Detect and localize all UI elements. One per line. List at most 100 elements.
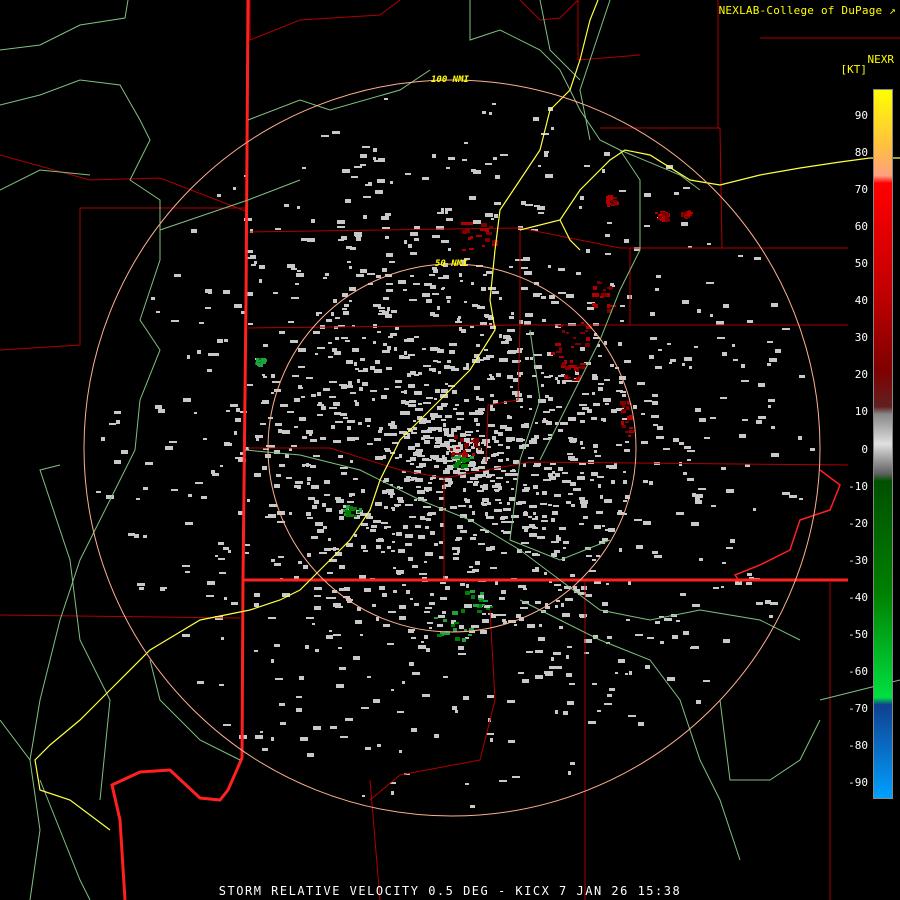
echo-pixel (507, 329, 515, 332)
echo-pixel (373, 148, 377, 152)
echo-pixel (563, 711, 568, 715)
echo-pixel (759, 385, 762, 387)
echo-pixel (485, 238, 490, 242)
echo-pixel (360, 634, 363, 636)
echo-pixel (349, 506, 353, 509)
echo-pixel (390, 425, 397, 429)
echo-pixel (563, 541, 569, 544)
echo-pixel (789, 495, 797, 498)
echo-pixel (474, 418, 478, 422)
echo-pixel (782, 328, 790, 330)
echo-pixel (771, 426, 775, 429)
echo-pixel (513, 460, 519, 464)
echo-pixel (623, 480, 627, 484)
echo-pixel (362, 795, 365, 797)
echo-pixel (580, 500, 588, 504)
echo-pixel (382, 268, 387, 272)
echo-pixel (768, 405, 771, 408)
echo-pixel (185, 571, 190, 573)
echo-pixel (586, 555, 592, 557)
echo-pixel (280, 404, 288, 407)
echo-pixel (473, 483, 478, 486)
echo-pixel (303, 464, 311, 466)
echo-pixel (351, 176, 358, 178)
colorbar-tick: 70 (854, 183, 868, 197)
echo-pixel (410, 463, 414, 465)
echo-pixel (434, 617, 438, 619)
echo-pixel (603, 418, 606, 422)
echo-pixel (333, 299, 337, 303)
echo-pixel (602, 602, 608, 606)
echo-pixel (513, 478, 517, 480)
echo-pixel (287, 264, 295, 268)
echo-pixel (409, 299, 417, 301)
echo-pixel (274, 563, 281, 566)
echo-pixel (230, 404, 238, 407)
echo-pixel (562, 613, 570, 617)
echo-pixel (482, 619, 489, 623)
echo-pixel (489, 112, 492, 115)
echo-pixel (426, 397, 433, 399)
radar-display: 100 NMI 50 NMI NEXLAB-College of DuPage … (0, 0, 900, 900)
colorbar-tick: 50 (854, 257, 868, 271)
echo-pixel (109, 423, 116, 425)
echo-pixel (475, 474, 482, 478)
echo-pixel (386, 283, 393, 285)
echo-pixel (317, 414, 323, 416)
echo-pixel (387, 346, 391, 350)
echo-pixel (483, 484, 488, 486)
echo-pixel (614, 200, 617, 204)
echo-pixel (514, 624, 517, 626)
echo-pixel (501, 341, 505, 344)
echo-pixel (538, 637, 545, 641)
echo-pixel (643, 480, 648, 483)
echo-pixel (507, 375, 513, 379)
echo-pixel (611, 480, 615, 484)
echo-pixel (447, 300, 450, 303)
echo-pixel (459, 273, 462, 277)
echo-pixel (618, 342, 622, 346)
product-label: NEXR (867, 53, 895, 66)
echo-pixel (191, 229, 197, 233)
echo-pixel (689, 366, 692, 369)
echo-pixel (415, 443, 420, 447)
echo-pixel (538, 165, 541, 167)
echo-pixel (318, 402, 322, 404)
echo-pixel (359, 575, 366, 579)
echo-pixel (411, 637, 416, 639)
echo-pixel (250, 255, 256, 259)
colorbar-tick: -30 (848, 553, 868, 567)
echo-pixel (543, 503, 547, 505)
echo-pixel (544, 151, 549, 153)
echo-pixel (537, 536, 541, 539)
echo-pixel (487, 355, 494, 358)
echo-pixel (576, 272, 581, 275)
echo-pixel (294, 426, 298, 428)
echo-pixel (704, 437, 710, 439)
echo-pixel (505, 340, 509, 344)
echo-pixel (470, 537, 476, 540)
echo-pixel (336, 499, 344, 503)
echo-pixel (695, 498, 700, 500)
echo-pixel (408, 557, 413, 561)
echo-pixel (319, 312, 322, 314)
echo-pixel (421, 641, 424, 643)
echo-pixel (367, 676, 371, 678)
echo-pixel (479, 435, 485, 437)
echo-pixel (445, 415, 452, 418)
echo-pixel (586, 249, 590, 253)
echo-pixel (291, 268, 297, 270)
echo-pixel (426, 648, 430, 652)
echo-pixel (657, 426, 663, 430)
echo-pixel (591, 417, 597, 420)
echo-pixel (169, 441, 177, 443)
echo-pixel (378, 307, 385, 309)
echo-pixel (452, 547, 460, 550)
echo-pixel (556, 535, 559, 537)
echo-pixel (782, 492, 790, 495)
credit-text[interactable]: NEXLAB-College of DuPage ↗ (719, 4, 896, 17)
echo-pixel (461, 222, 467, 225)
echo-pixel (546, 421, 552, 425)
echo-pixel (454, 622, 459, 624)
echo-pixel (436, 491, 443, 493)
